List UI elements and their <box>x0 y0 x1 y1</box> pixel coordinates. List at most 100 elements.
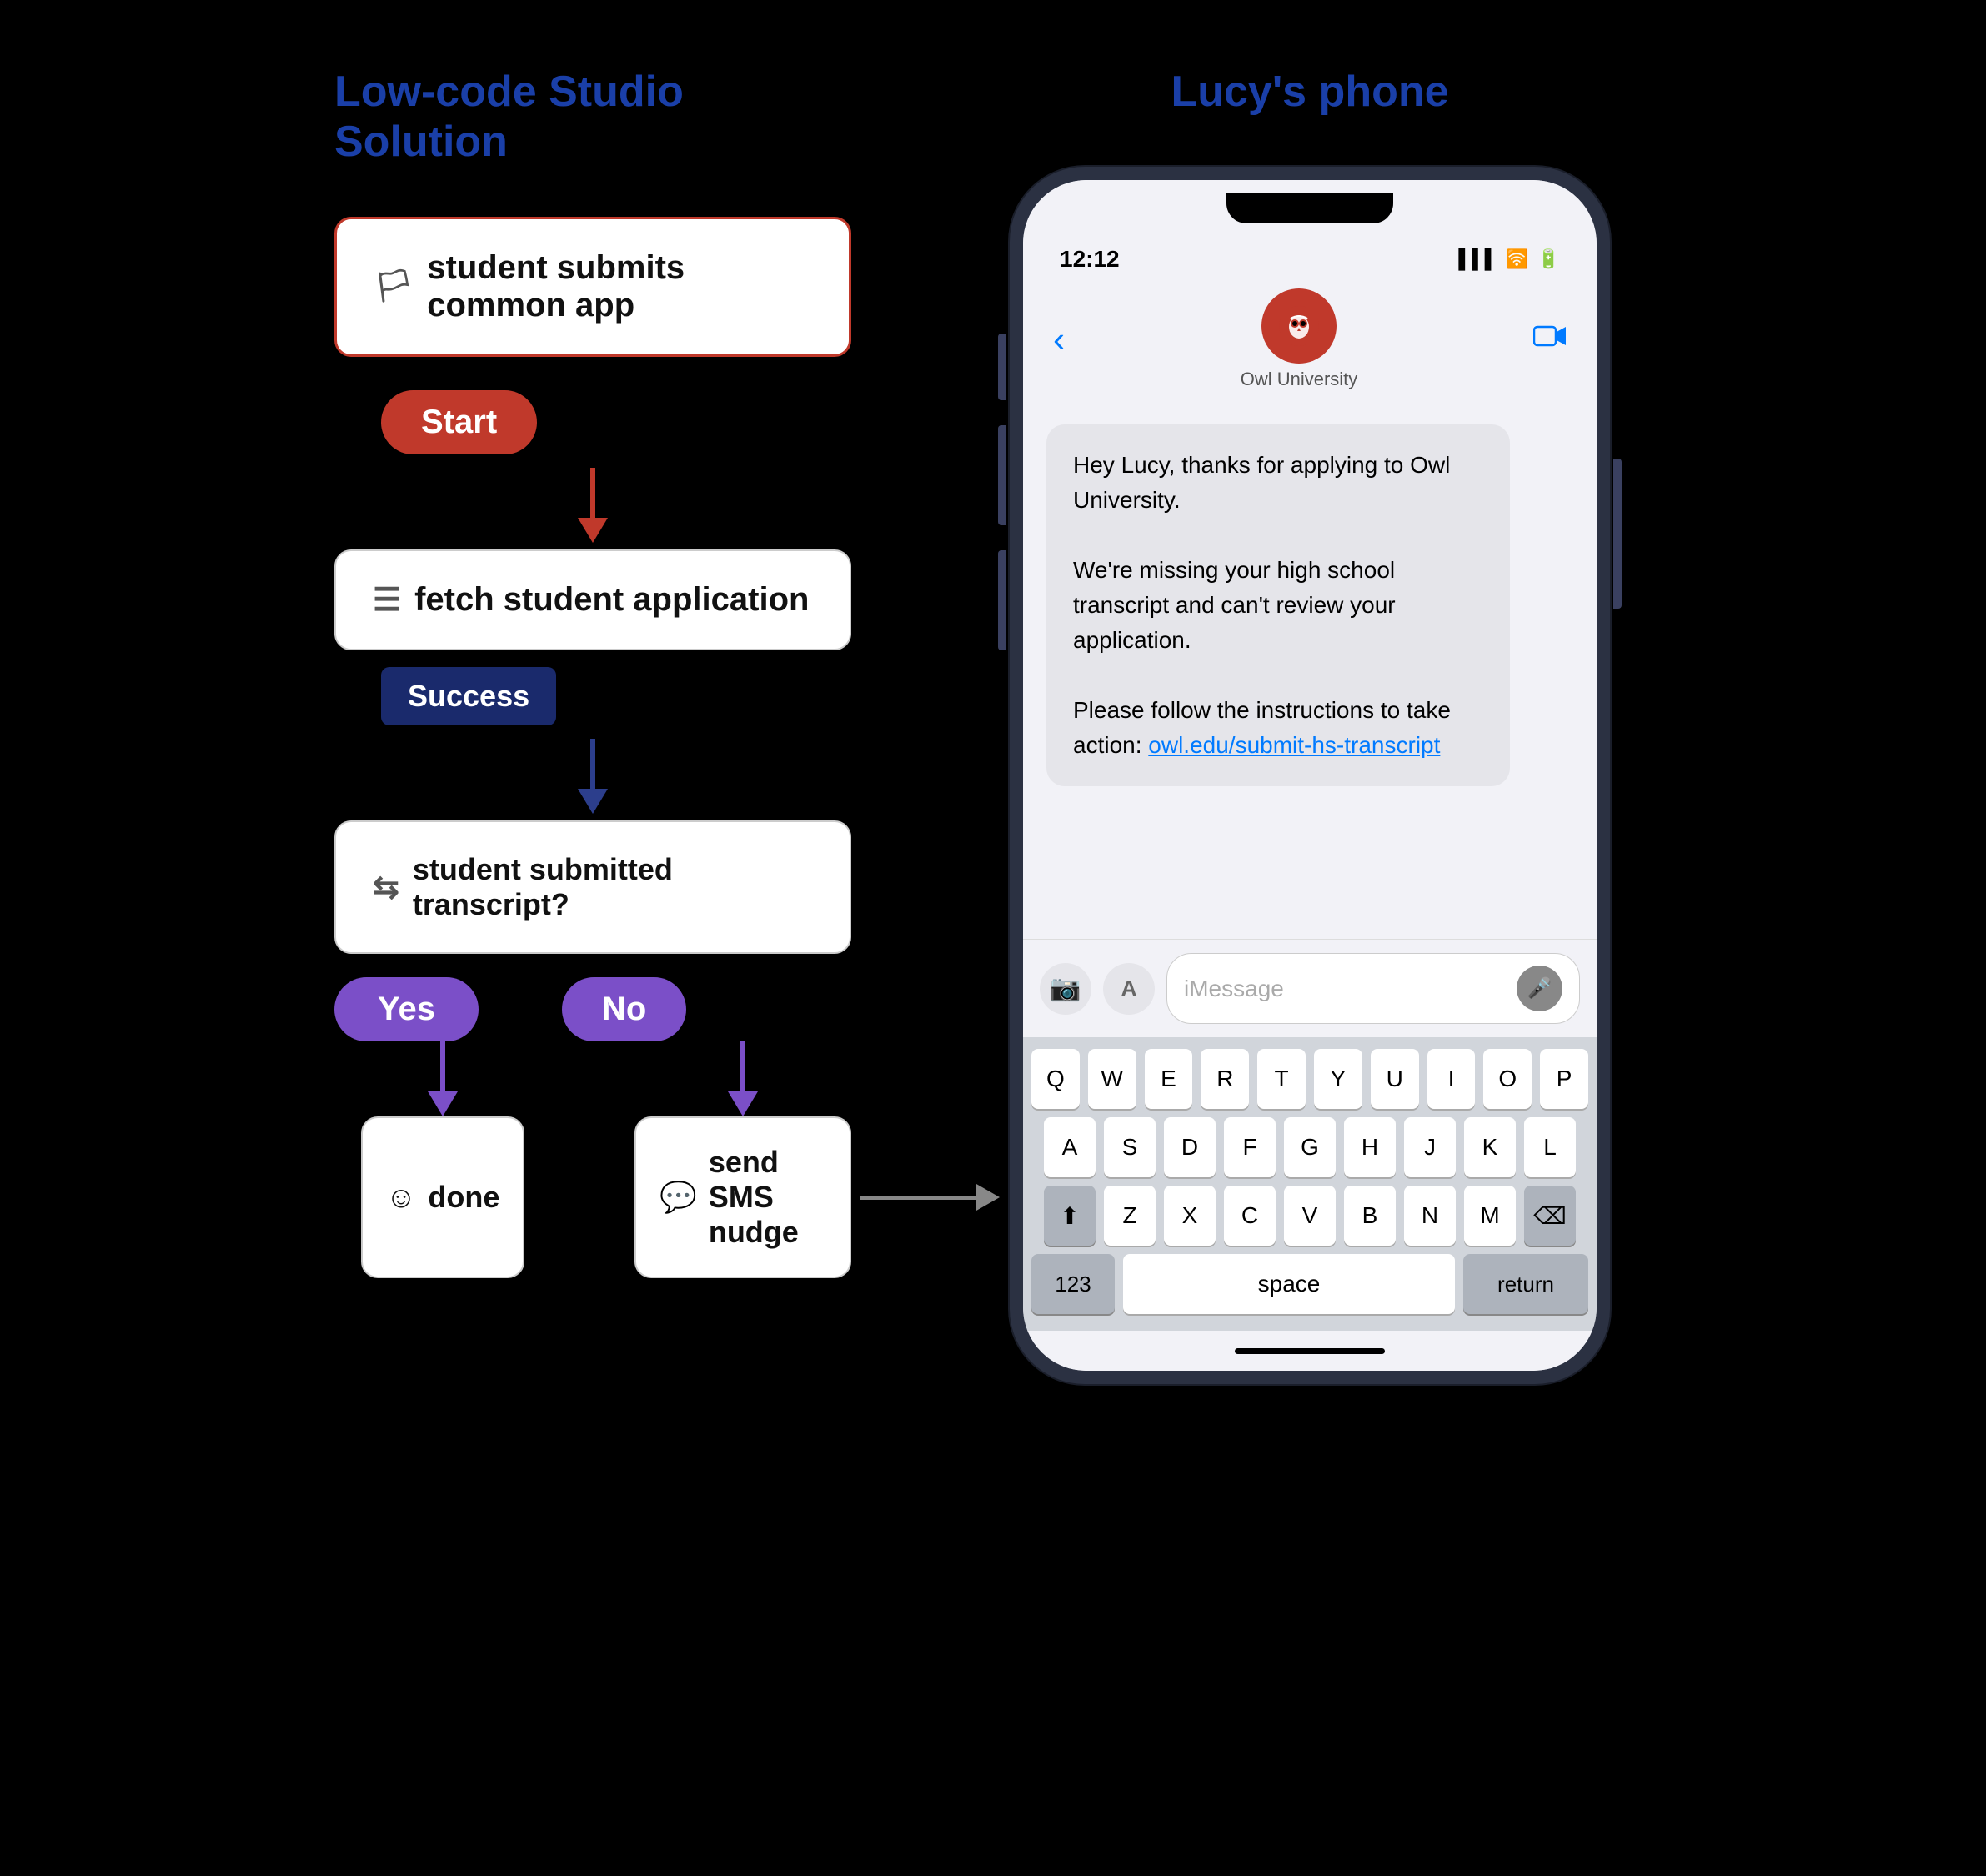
keyboard: Q W E R T Y U I O P A S <box>1023 1037 1597 1331</box>
yes-branch: ☺ done <box>334 1041 551 1278</box>
key-f[interactable]: F <box>1224 1117 1276 1177</box>
message-link[interactable]: owl.edu/submit-hs-transcript <box>1148 732 1440 758</box>
no-branch: 💬 send SMS nudge <box>634 1041 851 1278</box>
key-j[interactable]: J <box>1404 1117 1456 1177</box>
key-b[interactable]: B <box>1344 1186 1396 1246</box>
key-v[interactable]: V <box>1284 1186 1336 1246</box>
signal-icon: ▌▌▌ <box>1458 248 1497 270</box>
sms-icon: 💬 <box>659 1180 697 1215</box>
key-h[interactable]: H <box>1344 1117 1396 1177</box>
volume-mute-btn[interactable] <box>998 334 1006 400</box>
key-s[interactable]: S <box>1104 1117 1156 1177</box>
right-panel: Lucy's phone 12:12 ▌▌▌ 🛜 🔋 <box>968 67 1652 1384</box>
arrow-head-red <box>578 518 608 543</box>
key-l[interactable]: L <box>1524 1117 1576 1177</box>
key-c[interactable]: C <box>1224 1186 1276 1246</box>
back-button[interactable]: ‹ <box>1053 319 1065 359</box>
key-return[interactable]: return <box>1463 1254 1588 1314</box>
home-indicator <box>1023 1331 1597 1371</box>
arrow-head-blue <box>578 789 608 814</box>
power-btn[interactable] <box>1613 459 1622 609</box>
arrow-line-red <box>590 468 595 518</box>
start-button[interactable]: Start <box>381 390 537 454</box>
right-arrow-line <box>860 1196 976 1200</box>
key-d[interactable]: D <box>1164 1117 1216 1177</box>
key-p[interactable]: P <box>1540 1049 1588 1109</box>
keyboard-row-4: 123 space return <box>1031 1254 1588 1314</box>
contact-info: Owl University <box>1241 288 1358 390</box>
sms-label: send SMS nudge <box>709 1145 826 1250</box>
imessage-input[interactable]: iMessage 🎤 <box>1166 953 1580 1024</box>
step2-section: ☰ fetch student application Success <box>334 549 851 732</box>
key-y[interactable]: Y <box>1314 1049 1362 1109</box>
start-btn-wrapper: Start <box>334 374 851 461</box>
key-q[interactable]: Q <box>1031 1049 1080 1109</box>
key-z[interactable]: Z <box>1104 1186 1156 1246</box>
arrow-line-blue <box>590 739 595 789</box>
key-i[interactable]: I <box>1427 1049 1476 1109</box>
keyboard-row-2: A S D F G H J K L <box>1031 1117 1588 1177</box>
video-call-button[interactable] <box>1533 322 1567 358</box>
key-a[interactable]: A <box>1044 1117 1096 1177</box>
step1-label: student submits common app <box>427 249 812 324</box>
volume-up-btn[interactable] <box>998 425 1006 525</box>
done-label: done <box>428 1180 499 1215</box>
status-bar: 12:12 ▌▌▌ 🛜 🔋 <box>1023 222 1597 282</box>
camera-button[interactable]: 📷 <box>1040 963 1091 1015</box>
key-space[interactable]: space <box>1123 1254 1455 1314</box>
no-arrow-head <box>728 1091 758 1116</box>
volume-down-btn[interactable] <box>998 550 1006 650</box>
key-delete[interactable]: ⌫ <box>1524 1186 1576 1246</box>
key-x[interactable]: X <box>1164 1186 1216 1246</box>
yes-button[interactable]: Yes <box>334 977 479 1041</box>
key-g[interactable]: G <box>1284 1117 1336 1177</box>
yes-arrow-line <box>440 1041 445 1091</box>
step3-box: ⇆ student submitted transcript? <box>334 820 851 954</box>
video-icon <box>1533 323 1567 349</box>
key-123[interactable]: 123 <box>1031 1254 1115 1314</box>
sms-box: 💬 send SMS nudge <box>634 1116 851 1278</box>
owl-icon <box>1278 305 1320 347</box>
arrow-blue-container <box>334 739 851 814</box>
step3-label: student submitted transcript? <box>413 852 813 922</box>
right-arrow-container <box>860 1184 1000 1211</box>
key-e[interactable]: E <box>1145 1049 1193 1109</box>
success-badge-wrapper: Success <box>334 667 851 732</box>
app-store-button[interactable]: A <box>1103 963 1155 1015</box>
right-arrow-head <box>976 1184 1000 1211</box>
imessage-input-row: 📷 A iMessage 🎤 <box>1023 939 1597 1037</box>
contact-name: Owl University <box>1241 369 1358 390</box>
battery-icon: 🔋 <box>1537 248 1560 270</box>
step2-box: ☰ fetch student application <box>334 549 851 650</box>
step2-icon: ☰ <box>373 581 401 619</box>
no-arrow <box>728 1041 758 1116</box>
key-n[interactable]: N <box>1404 1186 1456 1246</box>
key-t[interactable]: T <box>1257 1049 1306 1109</box>
done-box: ☺ done <box>361 1116 525 1278</box>
message-text: Hey Lucy, thanks for applying to Owl Uni… <box>1073 452 1451 758</box>
left-panel: Low-code Studio Solution 🏳 student submi… <box>334 67 868 1278</box>
step3-icon: ⇆ <box>373 869 399 906</box>
phone-time: 12:12 <box>1060 246 1120 273</box>
key-r[interactable]: R <box>1201 1049 1249 1109</box>
step1-icon: 🏳 <box>374 268 414 305</box>
left-panel-title: Low-code Studio Solution <box>334 67 868 167</box>
no-arrow-line <box>740 1041 745 1091</box>
owl-avatar <box>1261 288 1337 364</box>
phone-frame: 12:12 ▌▌▌ 🛜 🔋 ‹ <box>1010 167 1610 1384</box>
key-o[interactable]: O <box>1483 1049 1532 1109</box>
mic-button[interactable]: 🎤 <box>1517 966 1562 1011</box>
input-placeholder: iMessage <box>1184 976 1284 1002</box>
keyboard-row-1: Q W E R T Y U I O P <box>1031 1049 1588 1109</box>
yes-no-row: Yes No <box>334 977 851 1041</box>
key-w[interactable]: W <box>1088 1049 1136 1109</box>
home-bar <box>1235 1348 1385 1354</box>
phone-title: Lucy's phone <box>1171 67 1448 117</box>
status-icons: ▌▌▌ 🛜 🔋 <box>1458 248 1560 270</box>
no-button[interactable]: No <box>562 977 686 1041</box>
key-shift[interactable]: ⬆ <box>1044 1186 1096 1246</box>
key-u[interactable]: U <box>1371 1049 1419 1109</box>
key-m[interactable]: M <box>1464 1186 1516 1246</box>
key-k[interactable]: K <box>1464 1117 1516 1177</box>
notch <box>1226 193 1393 223</box>
